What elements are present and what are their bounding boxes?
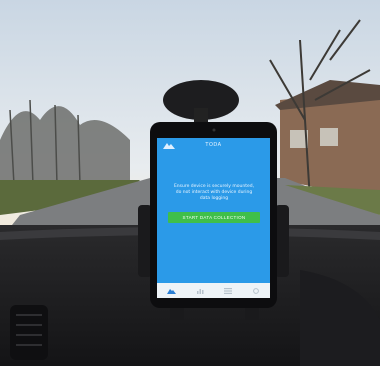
list-icon[interactable] [224,287,232,294]
photo-scene: TODA Ensure device is securely mounted, … [0,0,380,366]
app-header: TODA [157,138,270,153]
chart-icon[interactable] [196,288,204,294]
home-icon[interactable] [167,287,176,294]
tablet-screen: TODA Ensure device is securely mounted, … [157,138,270,298]
logo-icon [163,143,175,149]
instruction-text: Ensure device is securely mounted, do no… [173,184,255,201]
settings-icon[interactable] [252,287,260,294]
start-data-collection-button[interactable]: START DATA COLLECTION [168,212,260,223]
bottom-nav [157,283,270,298]
app-title: TODA [205,142,222,148]
